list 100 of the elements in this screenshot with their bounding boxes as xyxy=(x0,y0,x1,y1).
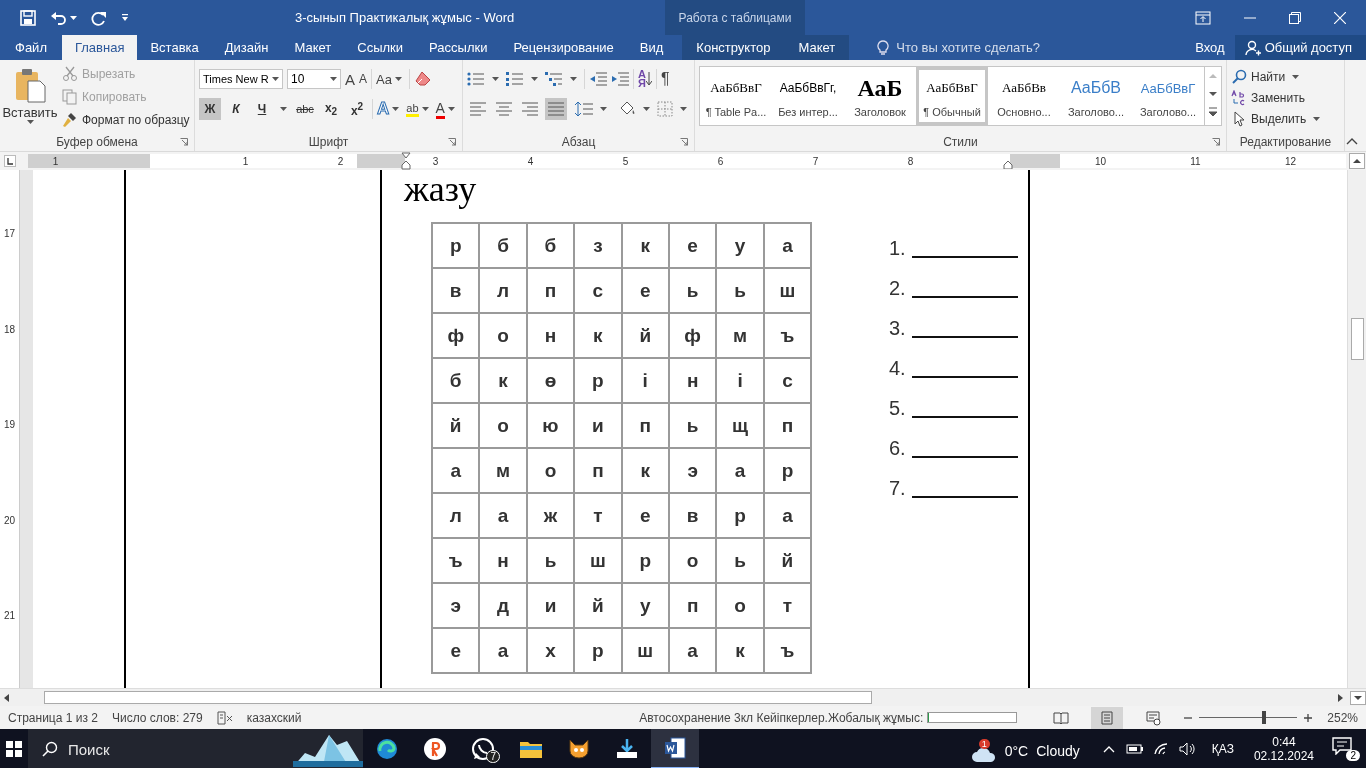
weather-widget[interactable]: 1 0°C Cloudy xyxy=(970,735,1080,763)
caret-icon xyxy=(492,77,499,81)
clipboard-command[interactable]: Формат по образцу xyxy=(62,110,190,129)
tell-me-field[interactable]: Что вы хотите сделать? xyxy=(894,39,1069,56)
format-button[interactable]: Ж xyxy=(199,98,221,120)
decrease-indent-icon[interactable] xyxy=(589,71,607,87)
redo-icon[interactable] xyxy=(91,9,107,26)
collapse-ribbon-icon[interactable] xyxy=(1346,137,1358,145)
chevron-up-icon[interactable] xyxy=(1102,745,1115,753)
scroll-down-icon[interactable] xyxy=(1350,690,1366,705)
down-arrow-icon xyxy=(646,72,652,86)
customize-icon[interactable] xyxy=(121,13,129,22)
ribbon-tab[interactable]: Вид xyxy=(626,35,677,60)
speaker-icon[interactable] xyxy=(1178,742,1197,756)
style-item[interactable]: АаБбВвГ Заголово... xyxy=(1132,67,1204,125)
font-color-button[interactable]: A xyxy=(435,99,458,119)
page-count[interactable]: Страница 1 из 2 xyxy=(8,710,98,725)
taskbar-app[interactable] xyxy=(651,729,699,768)
share-button[interactable]: Общий доступ xyxy=(1234,35,1366,60)
grid-letter: к xyxy=(574,313,622,358)
clock[interactable]: 0:44 02.12.2024 xyxy=(1253,735,1314,763)
scrollbar-thumb[interactable] xyxy=(44,691,872,704)
ribbon-tab[interactable]: Конструктор xyxy=(682,35,785,60)
style-item[interactable]: АаБбВ Заголово... xyxy=(1060,67,1132,125)
grid-letter: в xyxy=(432,268,480,313)
format-button[interactable]: abc xyxy=(294,98,316,120)
format-button[interactable]: Ч xyxy=(251,98,273,120)
ribbon-tab[interactable]: Макет xyxy=(281,35,345,60)
ribbon-tab[interactable]: Файл xyxy=(0,35,62,60)
indent-marker-icon[interactable] xyxy=(401,152,411,170)
format-button[interactable]: x$^{2}$ xyxy=(346,98,368,120)
zoom-percent[interactable]: 252% xyxy=(1327,710,1358,725)
bullets-icon[interactable] xyxy=(467,71,485,87)
increase-indent-icon[interactable] xyxy=(611,71,629,87)
word-count[interactable]: Число слов: 279 xyxy=(111,710,203,725)
ribbon-tab[interactable]: Главная xyxy=(61,35,138,60)
start-icon[interactable] xyxy=(5,740,23,758)
tab-stop-icon[interactable] xyxy=(4,155,16,167)
undo-icon[interactable] xyxy=(50,9,66,26)
style-item[interactable]: АаБбВвГ ¶ Обычный xyxy=(916,67,988,125)
format-button[interactable]: x$_{2}$ xyxy=(320,98,342,120)
print-layout-icon[interactable] xyxy=(1091,706,1124,729)
highlight-button[interactable]: ab xyxy=(406,101,432,117)
language-label[interactable]: казахский xyxy=(246,710,302,725)
scroll-up-icon[interactable] xyxy=(1349,153,1365,169)
style-item[interactable]: АаБбВвГг, Без интер... xyxy=(772,67,844,125)
shrink-font-button[interactable]: A xyxy=(359,72,368,86)
editing-command[interactable]: Заменить xyxy=(1231,88,1340,107)
font-name-field[interactable]: Times New R xyxy=(199,69,283,89)
ribbon-tab[interactable]: Макет xyxy=(784,35,850,60)
taskbar-app[interactable]: 7 xyxy=(459,729,507,768)
dialog-launcher-icon[interactable] xyxy=(180,138,188,146)
font-size-field[interactable]: 10 xyxy=(287,69,341,89)
paste-button[interactable]: Вставить xyxy=(4,64,56,124)
ruler-number: 2 xyxy=(337,155,344,167)
ribbon-tab[interactable]: Ссылки xyxy=(344,35,417,60)
input-language[interactable]: ҚАЗ xyxy=(1211,742,1234,756)
numbering-icon[interactable] xyxy=(506,71,524,87)
ribbon-display-icon[interactable] xyxy=(1195,10,1211,25)
clear-formatting-icon[interactable] xyxy=(413,70,432,88)
notifications-button[interactable]: 2 xyxy=(1332,737,1360,761)
format-button[interactable]: К xyxy=(225,98,247,120)
slider-thumb[interactable] xyxy=(1261,711,1266,724)
ribbon-tab[interactable]: Дизайн xyxy=(211,35,282,60)
dialog-launcher-icon[interactable] xyxy=(1212,138,1220,146)
scrollbar-thumb[interactable] xyxy=(1351,318,1364,360)
grow-font-button[interactable]: A xyxy=(345,70,355,88)
close-icon[interactable] xyxy=(1334,11,1346,24)
dialog-launcher-icon[interactable] xyxy=(680,138,688,146)
zoom-in-icon[interactable] xyxy=(1303,712,1314,723)
dialog-launcher-icon[interactable] xyxy=(448,138,456,146)
style-item[interactable]: АаБбВвГ ¶ Table Pa... xyxy=(700,67,772,125)
show-marks-button[interactable]: ¶ xyxy=(661,70,670,88)
save-icon[interactable] xyxy=(20,9,36,26)
taskbar-search-bar[interactable]: Поиск xyxy=(28,729,363,768)
browser-icon xyxy=(375,737,399,761)
grid-letter: ъ xyxy=(432,538,480,583)
line-spacing-icon[interactable] xyxy=(575,101,593,117)
grid-letter: о xyxy=(479,403,527,448)
search-icon xyxy=(42,741,58,757)
grid-letter: р xyxy=(763,448,812,493)
style-item[interactable]: АаБ Заголовок xyxy=(844,67,916,125)
grid-letter: п xyxy=(668,583,717,628)
multilevel-list-icon[interactable] xyxy=(545,71,563,87)
wifi-icon[interactable] xyxy=(1152,742,1169,756)
ribbon-tab[interactable]: Вставка xyxy=(137,35,212,60)
sort-button[interactable]: АЯ xyxy=(638,70,652,88)
sign-in-link[interactable]: Вход xyxy=(1185,35,1235,60)
change-case-button[interactable]: Aa xyxy=(376,71,405,87)
style-item[interactable]: АаБбВв Основно... xyxy=(988,67,1060,125)
grid-letter: ш xyxy=(763,268,812,313)
battery-icon[interactable] xyxy=(1124,743,1143,755)
maximize-icon[interactable] xyxy=(1289,11,1301,24)
grid-letter: э xyxy=(668,448,717,493)
editing-command[interactable]: Найти xyxy=(1231,67,1340,86)
proofing-icon[interactable] xyxy=(216,710,233,725)
search-field[interactable]: Поиск xyxy=(66,739,220,759)
editing-command[interactable]: Выделить xyxy=(1231,109,1340,128)
ribbon-tab[interactable]: Рецензирование xyxy=(500,35,627,60)
ribbon-tab[interactable]: Рассылки xyxy=(416,35,501,60)
